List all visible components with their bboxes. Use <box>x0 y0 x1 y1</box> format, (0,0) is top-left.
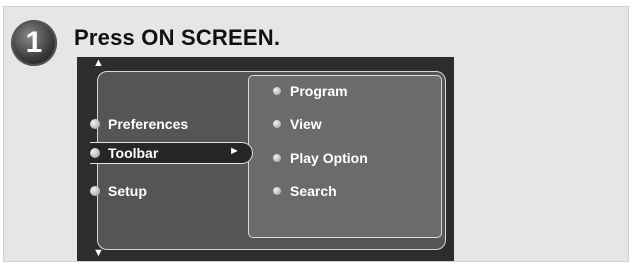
bullet-icon <box>273 87 281 95</box>
submenu-item-label: Search <box>290 183 337 199</box>
submenu-item-program[interactable]: Program <box>273 83 348 99</box>
bullet-icon <box>273 120 281 128</box>
bullet-icon <box>273 187 281 195</box>
submenu-arrow-icon: ► <box>229 145 240 157</box>
step-number-badge: 1 <box>11 20 57 66</box>
submenu-item-play-option[interactable]: Play Option <box>273 150 368 166</box>
instruction-panel: 1 Press ON SCREEN. ▲ Preferences Toolbar… <box>3 6 629 262</box>
menu-item-toolbar[interactable]: Toolbar <box>90 145 158 161</box>
menu-item-label: Preferences <box>108 116 189 132</box>
scroll-up-icon[interactable]: ▲ <box>93 58 104 69</box>
instruction-text: Press ON SCREEN. <box>74 25 281 50</box>
menu-item-preferences[interactable]: Preferences <box>90 116 188 132</box>
on-screen-display: ▲ Preferences Toolbar ► Setup Program Vi… <box>77 57 454 261</box>
submenu-item-label: Play Option <box>290 150 368 166</box>
bullet-icon <box>90 119 100 129</box>
menu-item-label: Setup <box>108 183 147 199</box>
submenu-item-label: View <box>290 116 322 132</box>
submenu-item-view[interactable]: View <box>273 116 322 132</box>
submenu-item-label: Program <box>290 83 348 99</box>
menu-item-label: Toolbar <box>108 145 159 161</box>
submenu-item-search[interactable]: Search <box>273 183 337 199</box>
scroll-down-icon[interactable]: ▼ <box>93 248 104 259</box>
bullet-icon <box>273 154 281 162</box>
bullet-icon <box>90 148 100 158</box>
bullet-icon <box>90 186 100 196</box>
menu-item-setup[interactable]: Setup <box>90 183 147 199</box>
